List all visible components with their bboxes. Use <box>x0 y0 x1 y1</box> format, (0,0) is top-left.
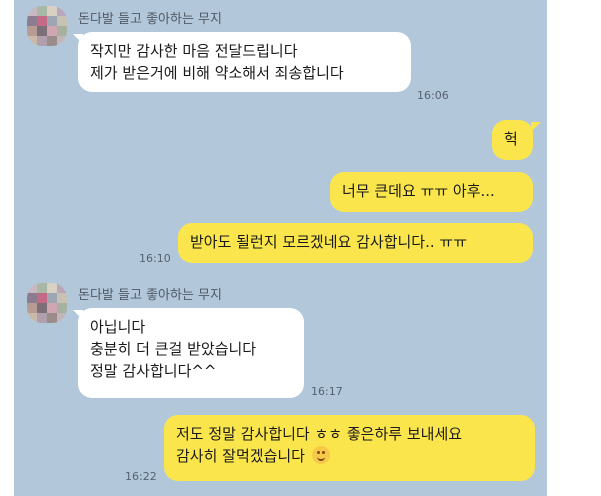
sender-avatar[interactable] <box>27 6 67 46</box>
message-line: 저도 정말 감사합니다 ㅎㅎ 좋은하루 보내세요 <box>176 425 463 443</box>
bubble-tail <box>531 122 541 132</box>
message-bubble[interactable]: 저도 정말 감사합니다 ㅎㅎ 좋은하루 보내세요 감사히 잘먹겠습니다 <box>164 415 535 481</box>
message-bubble[interactable]: 작지만 감사한 마음 전달드립니다 제가 받은거에 비해 약소해서 죄송합니다 <box>78 32 411 92</box>
smiling-face-emoji-icon <box>311 446 330 464</box>
message-bubble[interactable]: 아닙니다 충분히 더 큰걸 받았습니다 정말 감사합니다^^ <box>78 308 304 398</box>
message-bubble[interactable]: 너무 큰데요 ㅠㅠ 아후... <box>330 172 533 212</box>
chat-room: 돈다발 들고 좋아하는 무지 작지만 감사한 마음 전달드립니다 제가 받은거에… <box>14 0 547 496</box>
message-time: 16:17 <box>311 385 343 398</box>
message-time: 16:10 <box>139 252 171 265</box>
sender-name: 돈다발 들고 좋아하는 무지 <box>78 288 222 303</box>
message-line: 제가 받은거에 비해 약소해서 죄송합니다 <box>90 64 344 82</box>
message-time: 16:22 <box>125 470 157 483</box>
sender-avatar[interactable] <box>27 283 67 323</box>
message-line: 너무 큰데요 ㅠㅠ 아후... <box>342 182 495 200</box>
message-line: 받아도 될런지 모르겠네요 감사합니다.. ㅠㅠ <box>190 233 468 251</box>
message-line: 헉 <box>504 130 518 148</box>
message-bubble[interactable]: 헉 <box>492 120 533 160</box>
message-line: 정말 감사합니다^^ <box>90 362 217 380</box>
message-line: 충분히 더 큰걸 받았습니다 <box>90 340 257 358</box>
message-line: 아닙니다 <box>90 318 146 336</box>
message-bubble[interactable]: 받아도 될런지 모르겠네요 감사합니다.. ㅠㅠ <box>178 223 533 263</box>
message-time: 16:06 <box>417 89 449 102</box>
message-line: 작지만 감사한 마음 전달드립니다 <box>90 42 298 60</box>
sender-name: 돈다발 들고 좋아하는 무지 <box>78 12 222 27</box>
message-line: 감사히 잘먹겠습니다 <box>176 447 305 465</box>
